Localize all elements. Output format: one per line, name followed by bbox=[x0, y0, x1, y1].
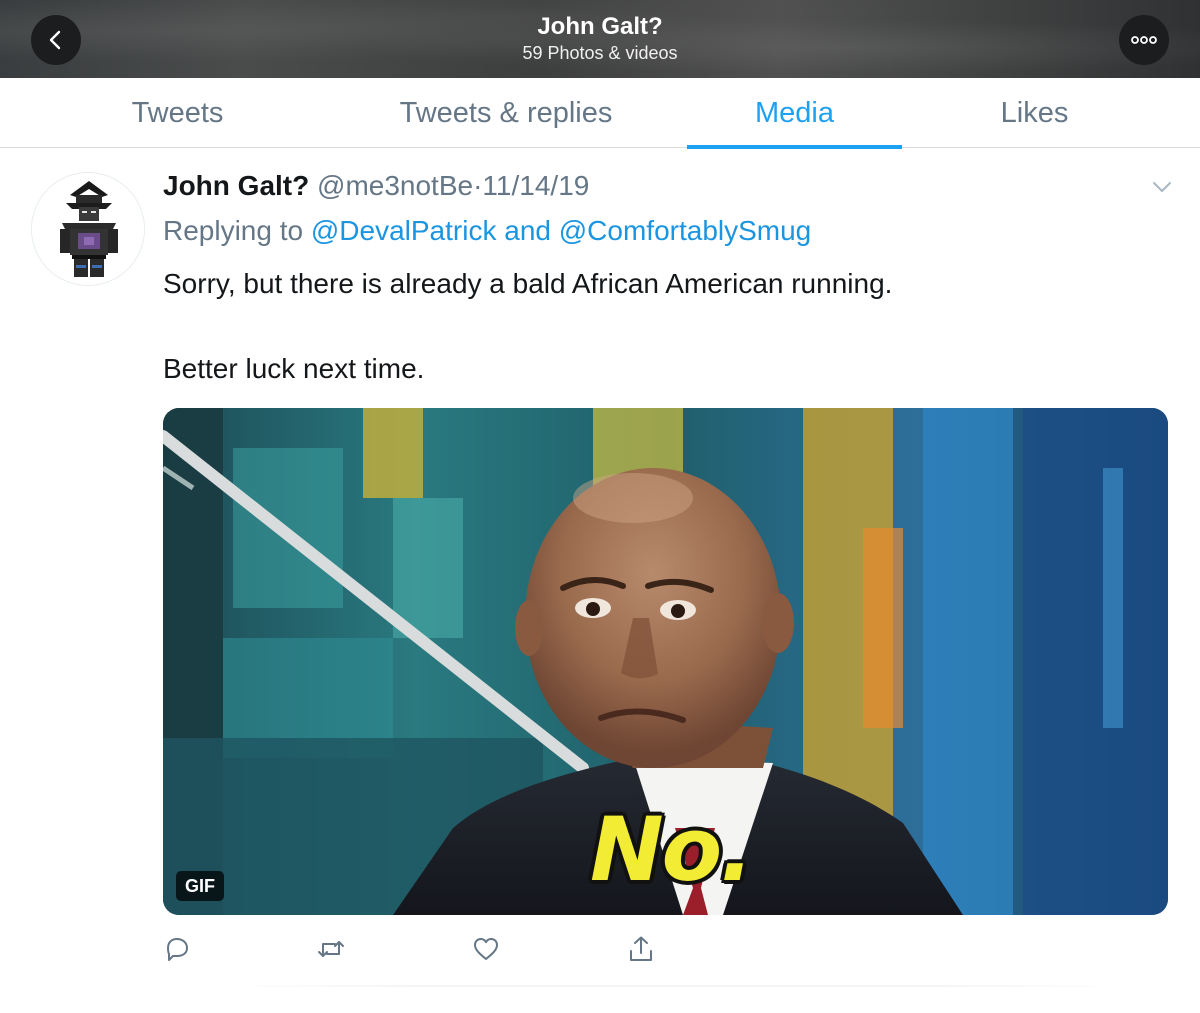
mention-link[interactable]: @ComfortablySmug bbox=[559, 215, 812, 246]
reply-icon[interactable] bbox=[162, 934, 192, 964]
avatar[interactable] bbox=[31, 172, 145, 286]
replying-to-label: Replying to bbox=[163, 215, 304, 246]
tweet-text-line: Sorry, but there is already a bald Afric… bbox=[163, 268, 893, 299]
top-navigation-bar: John Galt? 59 Photos & videos bbox=[0, 0, 1200, 78]
tweet-header: John Galt? @me3notBe·11/14/19 bbox=[163, 168, 589, 204]
chevron-left-icon bbox=[49, 30, 61, 50]
more-options-button[interactable] bbox=[1119, 15, 1169, 65]
tab-tweets[interactable]: Tweets bbox=[70, 78, 285, 148]
profile-tabs: Tweets Tweets & replies Media Likes bbox=[0, 78, 1200, 149]
chevron-down-icon[interactable] bbox=[1150, 178, 1174, 196]
lego-samurai-avatar-image bbox=[32, 173, 144, 285]
author-name[interactable]: John Galt? bbox=[163, 170, 309, 201]
author-handle[interactable]: @me3notBe bbox=[317, 170, 473, 201]
replying-to-joiner: and bbox=[504, 215, 551, 246]
back-button[interactable] bbox=[31, 15, 81, 65]
profile-title: John Galt? bbox=[537, 13, 663, 40]
like-icon[interactable] bbox=[471, 934, 501, 964]
more-dots-icon bbox=[1131, 36, 1157, 44]
mention-link[interactable]: @DevalPatrick bbox=[311, 215, 497, 246]
tweet-divider bbox=[225, 985, 1125, 987]
active-tab-indicator bbox=[687, 145, 902, 149]
tab-media[interactable]: Media bbox=[687, 78, 902, 149]
tab-likes[interactable]: Likes bbox=[927, 78, 1142, 148]
header-titles: John Galt? 59 Photos & videos bbox=[300, 12, 900, 64]
share-icon[interactable] bbox=[626, 934, 656, 964]
tweet-text-line: Better luck next time. bbox=[163, 353, 425, 384]
gif-badge: GIF bbox=[176, 871, 224, 901]
tab-tweets-and-replies[interactable]: Tweets & replies bbox=[360, 78, 652, 148]
tab-media-label: Media bbox=[755, 96, 834, 129]
media-count: 59 Photos & videos bbox=[522, 43, 678, 63]
replying-to: Replying to @DevalPatrick and @Comfortab… bbox=[163, 213, 811, 249]
retweet-icon[interactable] bbox=[316, 934, 346, 964]
gif-caption: No. bbox=[590, 798, 754, 901]
tweet-date[interactable]: 11/14/19 bbox=[482, 170, 589, 201]
